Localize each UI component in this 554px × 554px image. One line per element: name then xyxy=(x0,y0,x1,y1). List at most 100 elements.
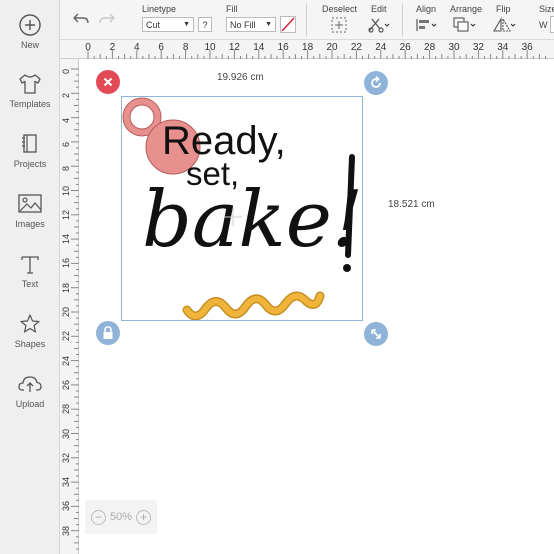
vertical-ruler-label: 22 xyxy=(61,331,71,342)
vertical-ruler-label: 20 xyxy=(61,306,71,317)
horizontal-ruler-label: 8 xyxy=(182,42,189,53)
size-width-input[interactable] xyxy=(550,16,554,33)
horizontal-ruler-label: 0 xyxy=(85,42,91,53)
horizontal-ruler-label: 28 xyxy=(424,42,436,53)
fill-select[interactable]: No Fill ▼ xyxy=(226,17,276,32)
deselect-icon[interactable] xyxy=(331,17,347,33)
design-line-3: bake! xyxy=(142,175,364,265)
projects-book-icon xyxy=(22,134,37,153)
tshirt-icon xyxy=(19,74,41,94)
lock-icon xyxy=(103,326,113,339)
zoom-in-button[interactable]: + xyxy=(136,509,152,525)
fill-value: No Fill xyxy=(230,19,256,30)
edit-scissors-icon[interactable] xyxy=(367,17,391,33)
horizontal-ruler-label: 16 xyxy=(277,42,289,53)
width-dimension-label: 19.926 cm xyxy=(217,72,264,83)
sidebar-item-projects[interactable]: Projects xyxy=(0,132,60,169)
vertical-ruler-label: 6 xyxy=(61,141,71,147)
horizontal-ruler-label: 14 xyxy=(253,42,265,53)
flip-icon[interactable] xyxy=(492,17,516,33)
top-toolbar: Linetype Cut ▼ ? Fill No Fill ▼ Deselect… xyxy=(60,0,554,40)
lock-handle[interactable] xyxy=(96,321,120,345)
sidebar-label-text: Text xyxy=(21,279,39,289)
chevron-down-icon: ▼ xyxy=(183,21,190,28)
toolbar-divider xyxy=(402,4,403,36)
vertical-ruler-label: 8 xyxy=(61,166,71,172)
linetype-select[interactable]: Cut ▼ xyxy=(142,17,194,32)
delete-handle[interactable] xyxy=(96,70,120,94)
fill-color-swatch-icon[interactable] xyxy=(280,16,296,33)
horizontal-ruler-label: 6 xyxy=(158,42,164,53)
linetype-help-button[interactable]: ? xyxy=(198,17,212,32)
text-t-icon xyxy=(21,256,39,274)
arrange-label: Arrange xyxy=(450,4,483,14)
fill-label: Fill xyxy=(226,4,238,14)
vertical-ruler-label: 16 xyxy=(61,258,71,269)
vertical-ruler-label: 2 xyxy=(61,93,71,99)
vertical-ruler-label: 24 xyxy=(61,355,71,366)
vertical-ruler-label: 26 xyxy=(61,379,71,390)
vertical-ruler-label: 28 xyxy=(61,404,71,415)
zoom-out-button[interactable]: − xyxy=(90,509,106,525)
horizontal-ruler-label: 24 xyxy=(375,42,387,53)
vertical-ruler: 0 2 4 6 8 10 12 14 16 18 20 22 24 26 28 30 32 34 36 38 xyxy=(60,59,79,554)
resize-handle[interactable] xyxy=(364,322,388,346)
vertical-ruler-label: 30 xyxy=(61,428,71,439)
undo-icon[interactable] xyxy=(72,12,90,26)
horizontal-ruler: 0 2 4 6 8 10 12 14 16 18 20 22 24 26 28 30 32 34 36 xyxy=(60,40,554,59)
design-space-app: New Templates Projects Images Text Shape… xyxy=(0,0,554,554)
left-sidebar: New Templates Projects Images Text Shape… xyxy=(0,0,60,554)
horizontal-ruler-label: 2 xyxy=(109,42,116,53)
horizontal-ruler-label: 4 xyxy=(134,42,140,53)
redo-icon[interactable] xyxy=(98,12,116,26)
help-label: ? xyxy=(202,19,208,30)
sidebar-label-projects: Projects xyxy=(13,159,47,169)
horizontal-ruler-label: 36 xyxy=(521,42,533,53)
chevron-down-icon: ▼ xyxy=(265,21,272,28)
align-icon[interactable] xyxy=(416,18,438,32)
image-icon xyxy=(18,194,42,213)
sidebar-item-templates[interactable]: Templates xyxy=(0,72,60,109)
vertical-ruler-label: 32 xyxy=(61,452,71,463)
sidebar-label-templates: Templates xyxy=(9,99,51,109)
sidebar-item-shapes[interactable]: Shapes xyxy=(0,312,60,349)
sidebar-label-shapes: Shapes xyxy=(14,339,46,349)
sidebar-item-text[interactable]: Text xyxy=(0,252,60,289)
height-dimension-label: 18.521 cm xyxy=(388,199,435,210)
vertical-ruler-label: 14 xyxy=(61,234,71,245)
linetype-value: Cut xyxy=(146,19,161,30)
shapes-icon xyxy=(20,314,40,333)
ready-set-bake-design[interactable]: Ready, set, bake! xyxy=(122,97,364,321)
sidebar-item-new[interactable]: New xyxy=(0,13,60,50)
sidebar-item-images[interactable]: Images xyxy=(0,192,60,229)
vertical-ruler-label: 4 xyxy=(61,117,71,123)
resize-arrows-icon xyxy=(371,329,381,339)
sidebar-label-upload: Upload xyxy=(15,399,45,409)
zoom-control: − 50% + xyxy=(85,500,157,534)
arrange-icon[interactable] xyxy=(453,17,477,33)
sidebar-item-upload[interactable]: Upload xyxy=(0,372,60,409)
vertical-ruler-label: 38 xyxy=(61,525,71,536)
edit-label: Edit xyxy=(371,4,387,14)
horizontal-ruler-label: 34 xyxy=(497,42,509,53)
upload-cloud-icon xyxy=(18,376,42,392)
horizontal-ruler-label: 32 xyxy=(472,42,484,53)
toolbar-divider xyxy=(306,4,307,36)
rotate-icon xyxy=(371,76,381,88)
vertical-ruler-label: 36 xyxy=(61,501,71,512)
deselect-label: Deselect xyxy=(322,4,358,14)
horizontal-ruler-label: 20 xyxy=(326,42,338,53)
vertical-ruler-label: 12 xyxy=(61,209,71,220)
horizontal-ruler-label: 18 xyxy=(302,42,314,53)
rotate-handle[interactable] xyxy=(364,71,388,95)
horizontal-ruler-label: 30 xyxy=(448,42,460,53)
linetype-label: Linetype xyxy=(142,4,177,14)
size-label: Size xyxy=(539,4,554,14)
vertical-ruler-label: 34 xyxy=(61,477,71,488)
plus-circle-icon xyxy=(19,14,41,36)
horizontal-ruler-label: 10 xyxy=(204,42,216,53)
horizontal-ruler-label: 22 xyxy=(350,42,362,53)
vertical-ruler-label: 18 xyxy=(61,282,71,293)
design-canvas[interactable]: 19.926 cm 18.521 cm Ready, set, bake! xyxy=(80,60,554,554)
sidebar-label-new: New xyxy=(20,40,39,50)
